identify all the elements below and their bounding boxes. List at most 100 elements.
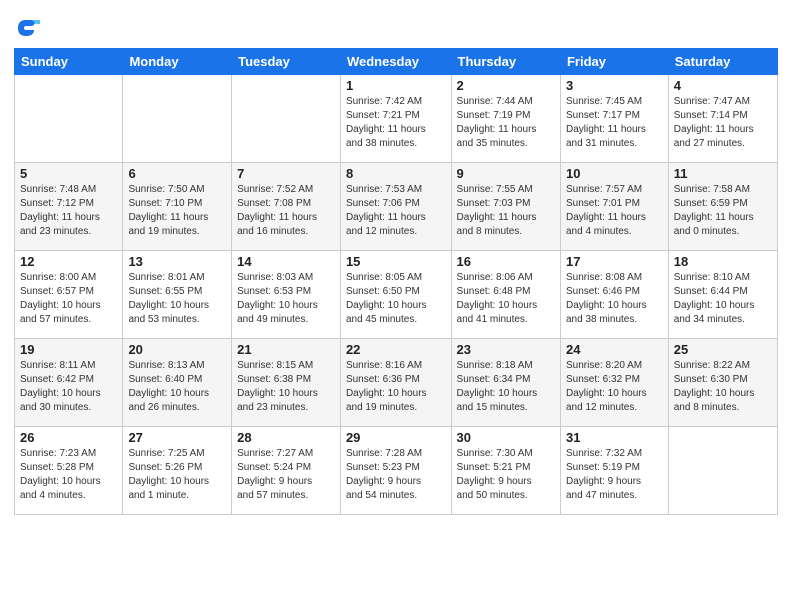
day-info: Sunrise: 8:20 AM Sunset: 6:32 PM Dayligh…: [566, 359, 663, 415]
calendar-week-row: 5 Sunrise: 7:48 AM Sunset: 7:12 PM Daylig…: [15, 163, 778, 251]
day-info: Sunrise: 7:42 AM Sunset: 7:21 PM Dayligh…: [346, 95, 446, 151]
day-info: Sunrise: 7:57 AM Sunset: 7:01 PM Dayligh…: [566, 183, 663, 239]
calendar-cell: 11 Sunrise: 7:58 AM Sunset: 6:59 PM Dayli…: [668, 163, 777, 251]
calendar-cell: 27 Sunrise: 7:25 AM Sunset: 5:26 PM Dayli…: [123, 427, 232, 515]
weekday-header: Tuesday: [232, 49, 341, 75]
calendar-cell: 18Sunrise: 8:10 AM Sunset: 6:44 PM Dayli…: [668, 251, 777, 339]
day-number: 5: [20, 166, 117, 181]
calendar-cell: 8 Sunrise: 7:53 AM Sunset: 7:06 PM Daylig…: [340, 163, 451, 251]
weekday-header: Wednesday: [340, 49, 451, 75]
day-info: Sunrise: 7:27 AM Sunset: 5:24 PM Dayligh…: [237, 447, 335, 503]
logo: [14, 14, 44, 42]
calendar-cell: 31 Sunrise: 7:32 AM Sunset: 5:19 PM Dayli…: [560, 427, 668, 515]
day-number: 19: [20, 342, 117, 357]
calendar-cell: [232, 75, 341, 163]
day-number: 4: [674, 78, 772, 93]
day-number: 21: [237, 342, 335, 357]
day-info: Sunrise: 8:22 AM Sunset: 6:30 PM Dayligh…: [674, 359, 772, 415]
calendar-cell: 16 Sunrise: 8:06 AM Sunset: 6:48 PM Dayli…: [451, 251, 560, 339]
calendar-week-row: 1 Sunrise: 7:42 AM Sunset: 7:21 PM Daylig…: [15, 75, 778, 163]
calendar-cell: 9 Sunrise: 7:55 AM Sunset: 7:03 PM Daylig…: [451, 163, 560, 251]
calendar-week-row: 12Sunrise: 8:00 AM Sunset: 6:57 PM Dayli…: [15, 251, 778, 339]
calendar-cell: 26 Sunrise: 7:23 AM Sunset: 5:28 PM Dayli…: [15, 427, 123, 515]
day-number: 3: [566, 78, 663, 93]
day-info: Sunrise: 7:32 AM Sunset: 5:19 PM Dayligh…: [566, 447, 663, 503]
day-number: 30: [457, 430, 555, 445]
day-info: Sunrise: 8:15 AM Sunset: 6:38 PM Dayligh…: [237, 359, 335, 415]
calendar-cell: 15 Sunrise: 8:05 AM Sunset: 6:50 PM Dayli…: [340, 251, 451, 339]
day-info: Sunrise: 7:58 AM Sunset: 6:59 PM Dayligh…: [674, 183, 772, 239]
weekday-header: Sunday: [15, 49, 123, 75]
day-number: 31: [566, 430, 663, 445]
day-number: 25: [674, 342, 772, 357]
calendar-cell: 6 Sunrise: 7:50 AM Sunset: 7:10 PM Daylig…: [123, 163, 232, 251]
day-number: 6: [128, 166, 226, 181]
weekday-header-row: SundayMondayTuesdayWednesdayThursdayFrid…: [15, 49, 778, 75]
day-number: 29: [346, 430, 446, 445]
calendar-cell: 30 Sunrise: 7:30 AM Sunset: 5:21 PM Dayli…: [451, 427, 560, 515]
calendar-cell: 13 Sunrise: 8:01 AM Sunset: 6:55 PM Dayli…: [123, 251, 232, 339]
calendar-cell: 19Sunrise: 8:11 AM Sunset: 6:42 PM Dayli…: [15, 339, 123, 427]
day-info: Sunrise: 8:08 AM Sunset: 6:46 PM Dayligh…: [566, 271, 663, 327]
day-number: 11: [674, 166, 772, 181]
calendar-cell: [123, 75, 232, 163]
day-number: 18: [674, 254, 772, 269]
calendar-cell: 28Sunrise: 7:27 AM Sunset: 5:24 PM Dayli…: [232, 427, 341, 515]
calendar-cell: 2Sunrise: 7:44 AM Sunset: 7:19 PM Daylig…: [451, 75, 560, 163]
day-number: 9: [457, 166, 555, 181]
day-number: 13: [128, 254, 226, 269]
calendar-cell: 23Sunrise: 8:18 AM Sunset: 6:34 PM Dayli…: [451, 339, 560, 427]
page-container: SundayMondayTuesdayWednesdayThursdayFrid…: [0, 0, 792, 612]
header: [14, 10, 778, 42]
weekday-header: Monday: [123, 49, 232, 75]
day-number: 16: [457, 254, 555, 269]
weekday-header: Friday: [560, 49, 668, 75]
calendar-cell: 22 Sunrise: 8:16 AM Sunset: 6:36 PM Dayli…: [340, 339, 451, 427]
day-number: 26: [20, 430, 117, 445]
day-number: 8: [346, 166, 446, 181]
day-number: 17: [566, 254, 663, 269]
calendar-cell: 20 Sunrise: 8:13 AM Sunset: 6:40 PM Dayli…: [123, 339, 232, 427]
calendar-cell: 3Sunrise: 7:45 AM Sunset: 7:17 PM Daylig…: [560, 75, 668, 163]
calendar-cell: [668, 427, 777, 515]
day-info: Sunrise: 7:23 AM Sunset: 5:28 PM Dayligh…: [20, 447, 117, 503]
calendar-week-row: 19Sunrise: 8:11 AM Sunset: 6:42 PM Dayli…: [15, 339, 778, 427]
calendar-cell: 4Sunrise: 7:47 AM Sunset: 7:14 PM Daylig…: [668, 75, 777, 163]
calendar-week-row: 26 Sunrise: 7:23 AM Sunset: 5:28 PM Dayli…: [15, 427, 778, 515]
weekday-header: Saturday: [668, 49, 777, 75]
day-number: 10: [566, 166, 663, 181]
day-info: Sunrise: 7:48 AM Sunset: 7:12 PM Dayligh…: [20, 183, 117, 239]
calendar-cell: 17 Sunrise: 8:08 AM Sunset: 6:46 PM Dayli…: [560, 251, 668, 339]
day-number: 7: [237, 166, 335, 181]
calendar-table: SundayMondayTuesdayWednesdayThursdayFrid…: [14, 48, 778, 515]
day-info: Sunrise: 7:52 AM Sunset: 7:08 PM Dayligh…: [237, 183, 335, 239]
day-info: Sunrise: 8:16 AM Sunset: 6:36 PM Dayligh…: [346, 359, 446, 415]
day-info: Sunrise: 8:13 AM Sunset: 6:40 PM Dayligh…: [128, 359, 226, 415]
day-info: Sunrise: 7:53 AM Sunset: 7:06 PM Dayligh…: [346, 183, 446, 239]
day-info: Sunrise: 7:25 AM Sunset: 5:26 PM Dayligh…: [128, 447, 226, 503]
day-number: 14: [237, 254, 335, 269]
day-info: Sunrise: 8:05 AM Sunset: 6:50 PM Dayligh…: [346, 271, 446, 327]
day-info: Sunrise: 8:03 AM Sunset: 6:53 PM Dayligh…: [237, 271, 335, 327]
day-info: Sunrise: 8:01 AM Sunset: 6:55 PM Dayligh…: [128, 271, 226, 327]
calendar-cell: 1 Sunrise: 7:42 AM Sunset: 7:21 PM Daylig…: [340, 75, 451, 163]
calendar-cell: 24 Sunrise: 8:20 AM Sunset: 6:32 PM Dayli…: [560, 339, 668, 427]
calendar-cell: 21 Sunrise: 8:15 AM Sunset: 6:38 PM Dayli…: [232, 339, 341, 427]
calendar-cell: 10 Sunrise: 7:57 AM Sunset: 7:01 PM Dayli…: [560, 163, 668, 251]
day-number: 20: [128, 342, 226, 357]
calendar-cell: 29Sunrise: 7:28 AM Sunset: 5:23 PM Dayli…: [340, 427, 451, 515]
calendar-cell: 25 Sunrise: 8:22 AM Sunset: 6:30 PM Dayli…: [668, 339, 777, 427]
day-number: 1: [346, 78, 446, 93]
day-info: Sunrise: 7:50 AM Sunset: 7:10 PM Dayligh…: [128, 183, 226, 239]
day-info: Sunrise: 8:18 AM Sunset: 6:34 PM Dayligh…: [457, 359, 555, 415]
day-info: Sunrise: 7:55 AM Sunset: 7:03 PM Dayligh…: [457, 183, 555, 239]
day-number: 12: [20, 254, 117, 269]
day-number: 27: [128, 430, 226, 445]
logo-icon: [14, 14, 42, 42]
day-number: 22: [346, 342, 446, 357]
day-number: 15: [346, 254, 446, 269]
day-info: Sunrise: 7:30 AM Sunset: 5:21 PM Dayligh…: [457, 447, 555, 503]
day-info: Sunrise: 7:44 AM Sunset: 7:19 PM Dayligh…: [457, 95, 555, 151]
day-number: 24: [566, 342, 663, 357]
day-info: Sunrise: 8:06 AM Sunset: 6:48 PM Dayligh…: [457, 271, 555, 327]
